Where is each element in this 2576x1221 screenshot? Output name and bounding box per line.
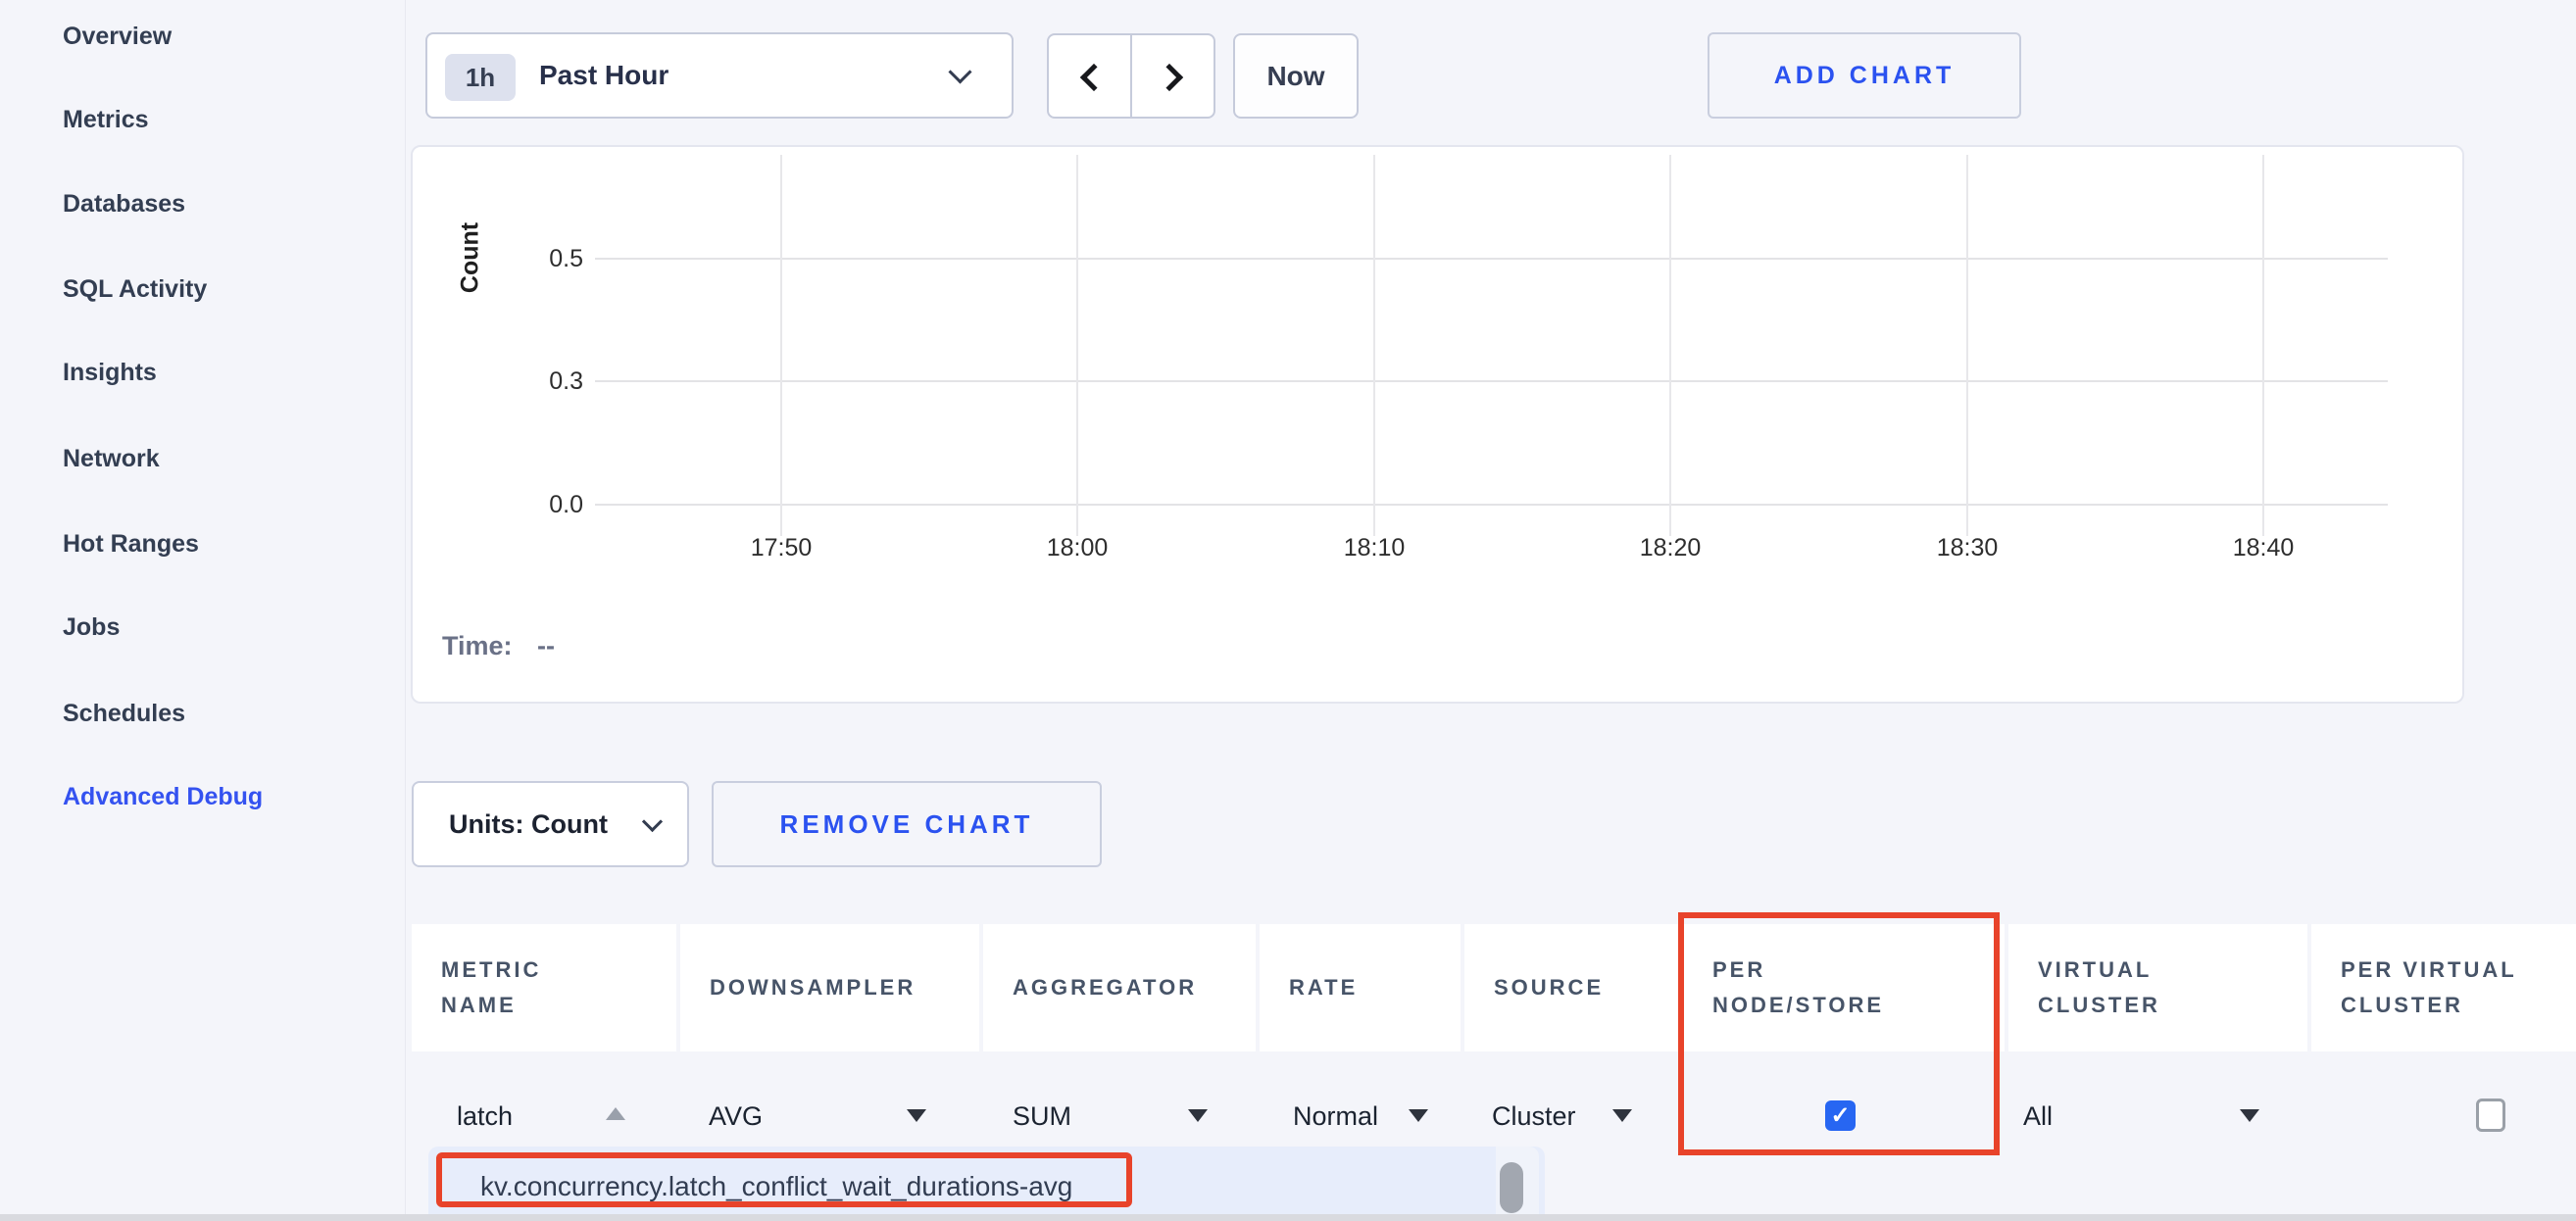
per-virtual-cluster-checkbox[interactable] [2476, 1099, 2505, 1132]
gridline-x-1750 [780, 155, 782, 536]
dropdown-scrollbar-track[interactable] [1496, 1147, 1539, 1221]
chart-hover-time-label: Time: [442, 631, 513, 660]
virtual-cluster-select[interactable]: All [2023, 1098, 2053, 1135]
time-step-back-button[interactable] [1049, 35, 1130, 117]
annotation-box-per-node-store [1678, 912, 2000, 1155]
sidebar-item-overview[interactable]: Overview [63, 21, 172, 52]
time-step-forward-button[interactable] [1130, 35, 1214, 117]
sidebar-item-network[interactable]: Network [63, 443, 160, 474]
y-tick-label: 0.0 [471, 490, 583, 519]
sidebar-item-insights[interactable]: Insights [63, 357, 157, 388]
units-selector[interactable]: Units: Count [412, 781, 689, 867]
x-tick-label: 18:30 [1937, 533, 1999, 562]
chart-hover-time: Time: -- [442, 629, 555, 662]
sidebar-item-advanced-debug[interactable]: Advanced Debug [63, 781, 263, 812]
chevron-up-icon[interactable] [606, 1107, 625, 1120]
sidebar-item-databases[interactable]: Databases [63, 188, 185, 220]
chevron-down-icon[interactable] [1409, 1109, 1428, 1122]
chevron-left-icon [1080, 64, 1108, 91]
x-tick-label: 18:00 [1047, 533, 1109, 562]
units-selector-label: Units: Count [449, 783, 608, 865]
chevron-down-icon [948, 60, 971, 83]
sidebar-item-schedules[interactable]: Schedules [63, 698, 185, 729]
chevron-down-icon[interactable] [907, 1109, 926, 1122]
gridline-x-1830 [1966, 155, 1968, 536]
time-step-buttons [1047, 33, 1215, 119]
chevron-down-icon[interactable] [1188, 1109, 1208, 1122]
sidebar-divider [405, 0, 406, 1221]
x-tick-label: 17:50 [751, 533, 813, 562]
custom-chart-panel: Count 0.5 0.3 0.0 17:50 18:00 18:10 18:2… [411, 145, 2464, 704]
downsampler-select[interactable]: AVG [709, 1098, 763, 1135]
gridline-x-1840 [2262, 155, 2264, 536]
gridline-x-1800 [1076, 155, 1078, 536]
gridline-y-03 [595, 380, 2388, 382]
sidebar-item-jobs[interactable]: Jobs [63, 611, 120, 643]
bottom-edge-strip [0, 1214, 2576, 1221]
metrics-table-header: METRIC NAME DOWNSAMPLER AGGREGATOR RATE … [412, 924, 2576, 1051]
column-header-aggregator: AGGREGATOR [983, 924, 1256, 1051]
chevron-right-icon [1156, 64, 1183, 91]
sidebar-item-sql-activity[interactable]: SQL Activity [63, 273, 207, 305]
chevron-down-icon[interactable] [1612, 1109, 1632, 1122]
source-select[interactable]: Cluster [1492, 1098, 1576, 1135]
x-tick-label: 18:40 [2233, 533, 2295, 562]
time-range-badge: 1h [445, 54, 516, 101]
sidebar-item-metrics[interactable]: Metrics [63, 104, 149, 135]
chevron-down-icon [642, 811, 663, 832]
gridline-x-1810 [1373, 155, 1375, 536]
y-tick-label: 0.3 [471, 366, 583, 396]
time-range-selector[interactable]: 1h Past Hour [425, 32, 1014, 119]
column-header-per-virtual-cluster: PER VIRTUAL CLUSTER [2311, 924, 2576, 1051]
gridline-y-05 [595, 258, 2388, 260]
column-header-rate: RATE [1260, 924, 1461, 1051]
chart-hover-time-value: -- [537, 631, 555, 660]
column-header-downsampler: DOWNSAMPLER [680, 924, 979, 1051]
metric-name-input[interactable]: latch [457, 1098, 513, 1135]
y-tick-label: 0.5 [471, 244, 583, 273]
time-range-label: Past Hour [539, 34, 669, 117]
add-chart-button[interactable]: ADD CHART [1708, 32, 2021, 119]
now-button[interactable]: Now [1233, 33, 1359, 119]
x-tick-label: 18:20 [1640, 533, 1702, 562]
dropdown-scrollbar-thumb[interactable] [1500, 1162, 1523, 1213]
chevron-down-icon[interactable] [2240, 1109, 2259, 1122]
sidebar-item-hot-ranges[interactable]: Hot Ranges [63, 528, 199, 560]
annotation-box-metric-suggestion [436, 1152, 1132, 1207]
column-header-virtual-cluster: VIRTUAL CLUSTER [2008, 924, 2307, 1051]
column-header-source: SOURCE [1464, 924, 1679, 1051]
rate-select[interactable]: Normal [1293, 1098, 1378, 1135]
x-tick-label: 18:10 [1344, 533, 1406, 562]
column-header-metric-name: METRIC NAME [412, 924, 676, 1051]
gridline-x-1820 [1669, 155, 1671, 536]
sidebar: Overview Metrics Databases SQL Activity … [0, 0, 405, 1221]
remove-chart-button[interactable]: REMOVE CHART [712, 781, 1102, 867]
aggregator-select[interactable]: SUM [1013, 1098, 1071, 1135]
gridline-y-00 [595, 504, 2388, 506]
